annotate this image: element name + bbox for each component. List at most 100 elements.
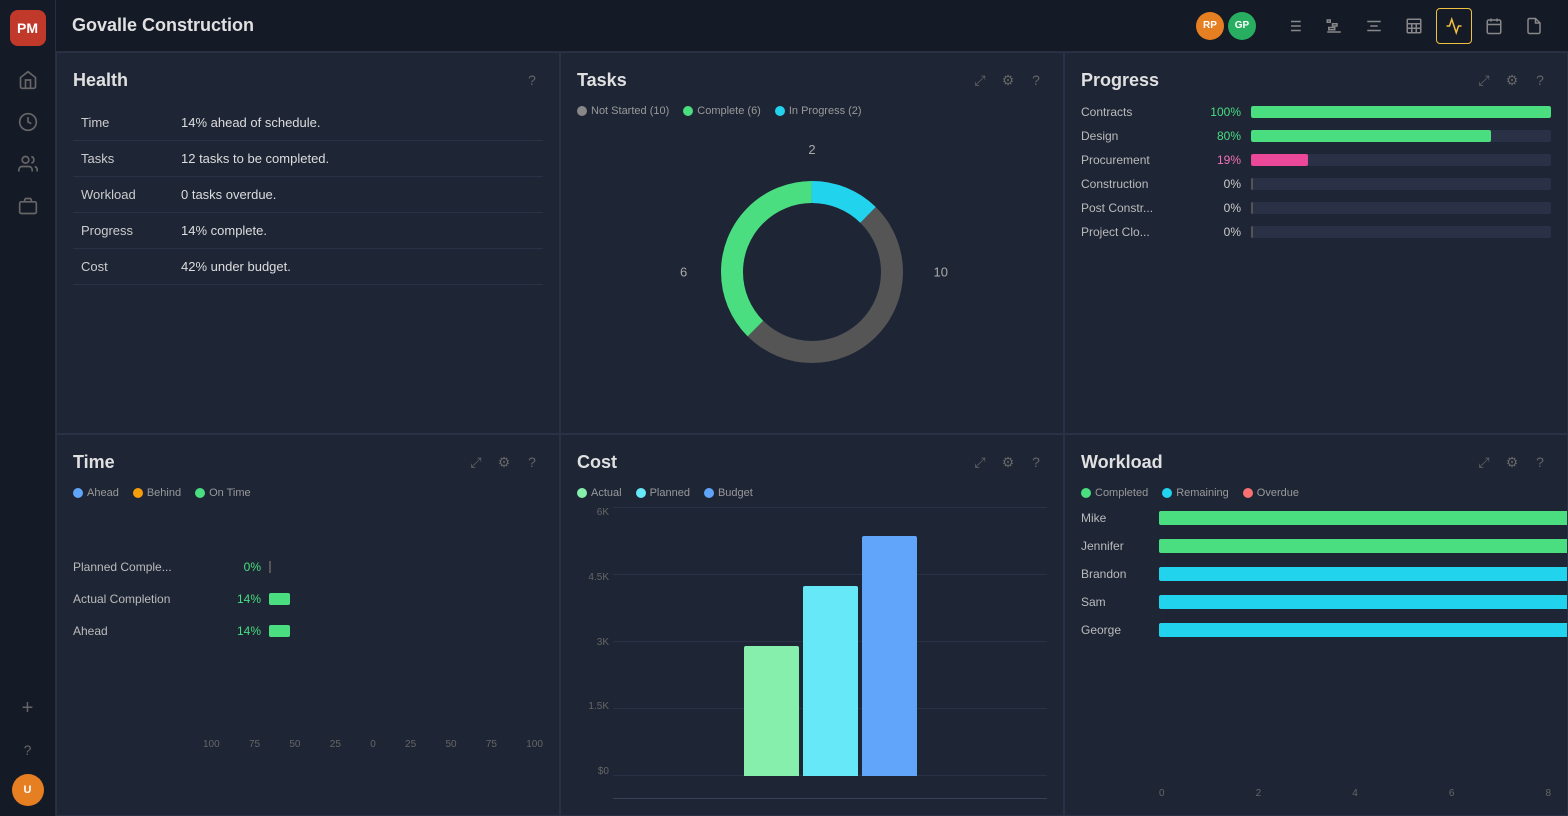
cost-x-axis <box>613 798 1047 799</box>
workload-panel-icons: ⤢ ⚙ ? <box>1473 451 1551 473</box>
tasks-expand-icon[interactable]: ⤢ <box>969 69 991 91</box>
progress-bar-wrap <box>1251 226 1551 238</box>
time-row: Planned Comple... 0% <box>73 560 543 574</box>
workload-bars <box>1159 511 1568 525</box>
workload-panel: Workload ⤢ ⚙ ? CompletedRemainingOverdue… <box>1064 434 1568 816</box>
document-icon[interactable] <box>1516 8 1552 44</box>
workload-row: George <box>1081 623 1551 637</box>
workload-remaining-bar <box>1159 567 1568 581</box>
add-project-icon[interactable]: + <box>10 690 46 726</box>
workload-completed-bar <box>1159 539 1568 553</box>
progress-bar-wrap <box>1251 178 1551 190</box>
cost-help-icon[interactable]: ? <box>1025 451 1047 473</box>
health-row-label: Tasks <box>73 141 173 177</box>
align-center-icon[interactable] <box>1356 8 1392 44</box>
workload-rows: Mike Jennifer Brandon Sam George <box>1081 511 1551 780</box>
table-icon[interactable] <box>1396 8 1432 44</box>
progress-title: Progress <box>1081 70 1473 91</box>
tasks-chart: 2 6 10 <box>577 127 1047 417</box>
workload-legend-item: Remaining <box>1162 487 1229 499</box>
workload-x-labels: 02468 <box>1159 788 1551 799</box>
list-view-icon[interactable] <box>1276 8 1312 44</box>
health-help-icon[interactable]: ? <box>521 69 543 91</box>
health-row-value: 14% complete. <box>173 213 543 249</box>
progress-row-label: Contracts <box>1081 105 1191 119</box>
cost-panel: Cost ⤢ ⚙ ? ActualPlannedBudget 6K4.5K3K1… <box>560 434 1064 816</box>
calendar-icon[interactable] <box>1476 8 1512 44</box>
sidebar-home[interactable] <box>10 62 46 98</box>
progress-row-pct: 80% <box>1201 129 1241 143</box>
sidebar-users[interactable] <box>10 146 46 182</box>
user-avatar[interactable]: U <box>12 774 44 806</box>
health-row-label: Workload <box>73 177 173 213</box>
progress-row: Procurement 19% <box>1081 153 1551 167</box>
workload-row: Mike <box>1081 511 1551 525</box>
cost-expand-icon[interactable]: ⤢ <box>969 451 991 473</box>
time-row-bar-area <box>269 560 543 574</box>
workload-bars <box>1159 567 1568 581</box>
workload-completed-bar <box>1159 511 1568 525</box>
progress-row-label: Post Constr... <box>1081 201 1191 215</box>
tasks-panel: Tasks ⤢ ⚙ ? Not Started (10)Complete (6)… <box>560 52 1064 434</box>
tasks-title: Tasks <box>577 70 969 91</box>
progress-row-pct: 19% <box>1201 153 1241 167</box>
tasks-legend-item: Complete (6) <box>683 105 761 117</box>
main-content: Govalle Construction RP GP <box>56 0 1568 816</box>
time-help-icon[interactable]: ? <box>521 451 543 473</box>
time-gear-icon[interactable]: ⚙ <box>493 451 515 473</box>
health-row-value: 42% under budget. <box>173 249 543 285</box>
health-title: Health <box>73 70 521 91</box>
health-row-value: 12 tasks to be completed. <box>173 141 543 177</box>
tasks-top-label: 2 <box>808 142 815 157</box>
tasks-panel-icons: ⤢ ⚙ ? <box>969 69 1047 91</box>
avatar-gp[interactable]: GP <box>1228 12 1256 40</box>
avatar-rp[interactable]: RP <box>1196 12 1224 40</box>
workload-gear-icon[interactable]: ⚙ <box>1501 451 1523 473</box>
health-row: Time14% ahead of schedule. <box>73 105 543 141</box>
cost-bar-actual <box>744 646 799 776</box>
health-row: Progress14% complete. <box>73 213 543 249</box>
cost-legend: ActualPlannedBudget <box>577 487 1047 499</box>
time-row: Ahead 14% <box>73 624 543 638</box>
progress-row-label: Construction <box>1081 177 1191 191</box>
workload-row-label: Mike <box>1081 511 1151 525</box>
workload-row: Jennifer <box>1081 539 1551 553</box>
progress-bar-wrap <box>1251 106 1551 118</box>
progress-expand-icon[interactable]: ⤢ <box>1473 69 1495 91</box>
health-row-label: Progress <box>73 213 173 249</box>
help-icon[interactable]: ? <box>10 732 46 768</box>
app-logo[interactable]: PM <box>10 10 46 46</box>
topbar: Govalle Construction RP GP <box>56 0 1568 52</box>
workload-remaining-bar <box>1159 595 1568 609</box>
time-legend: AheadBehindOn Time <box>73 487 543 499</box>
cost-gear-icon[interactable]: ⚙ <box>997 451 1019 473</box>
topbar-icons <box>1276 8 1552 44</box>
health-row: Tasks12 tasks to be completed. <box>73 141 543 177</box>
sidebar-briefcase[interactable] <box>10 188 46 224</box>
progress-bar-wrap <box>1251 154 1551 166</box>
time-row: Actual Completion 14% <box>73 592 543 606</box>
tasks-help-icon[interactable]: ? <box>1025 69 1047 91</box>
health-row-label: Cost <box>73 249 173 285</box>
time-row-bar-area <box>269 592 543 606</box>
sidebar-clock[interactable] <box>10 104 46 140</box>
pulse-icon[interactable] <box>1436 8 1472 44</box>
progress-gear-icon[interactable]: ⚙ <box>1501 69 1523 91</box>
gantt-icon[interactable] <box>1316 8 1352 44</box>
health-header: Health ? <box>73 69 543 91</box>
workload-expand-icon[interactable]: ⤢ <box>1473 451 1495 473</box>
tasks-right-label: 10 <box>934 265 948 280</box>
progress-row: Construction 0% <box>1081 177 1551 191</box>
progress-help-icon[interactable]: ? <box>1529 69 1551 91</box>
progress-panel: Progress ⤢ ⚙ ? Contracts 100% Design 80%… <box>1064 52 1568 434</box>
progress-row-pct: 0% <box>1201 201 1241 215</box>
time-row-pct: 0% <box>221 560 261 574</box>
workload-help-icon[interactable]: ? <box>1529 451 1551 473</box>
cost-bars <box>613 507 1047 798</box>
tasks-gear-icon[interactable]: ⚙ <box>997 69 1019 91</box>
topbar-avatars: RP GP <box>1196 12 1256 40</box>
workload-row-label: Jennifer <box>1081 539 1151 553</box>
health-row-value: 14% ahead of schedule. <box>173 105 543 141</box>
time-panel-icons: ⤢ ⚙ ? <box>465 451 543 473</box>
time-expand-icon[interactable]: ⤢ <box>465 451 487 473</box>
